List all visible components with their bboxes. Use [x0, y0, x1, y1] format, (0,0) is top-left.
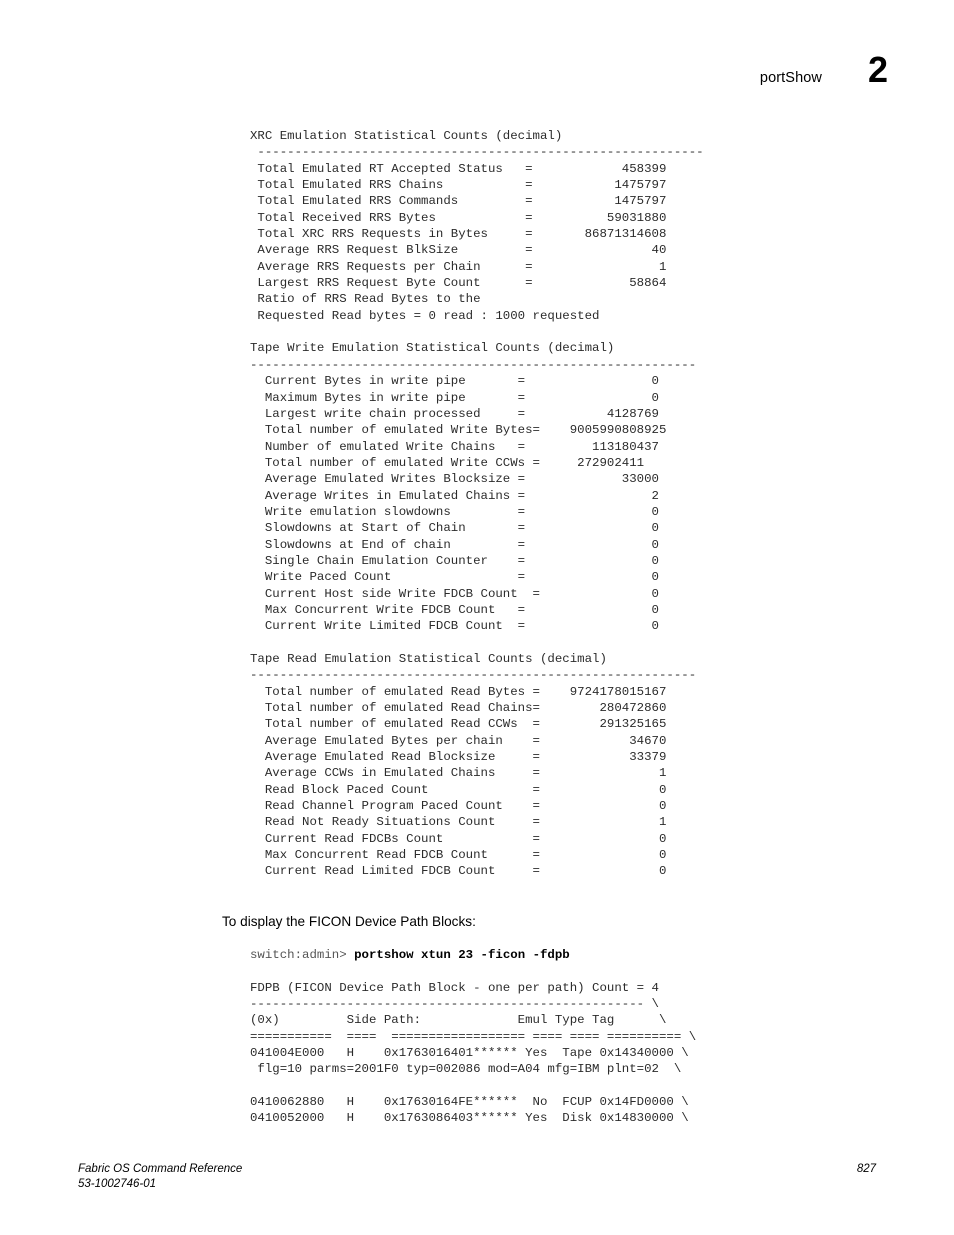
tape-write-emulation-stats-block: Tape Write Emulation Statistical Counts …	[250, 341, 697, 634]
shell-command: portshow xtun 23 -ficon -fdpb	[354, 947, 570, 962]
footer-document-info: Fabric OS Command Reference 53-1002746-0…	[78, 1162, 242, 1191]
command-prompt-line: switch:admin> portshow xtun 23 -ficon -f…	[250, 947, 954, 963]
header-topic-label: portShow	[759, 70, 822, 86]
xrc-emulation-stats-block: XRC Emulation Statistical Counts (decima…	[250, 129, 704, 323]
footer-doc-number: 53-1002746-01	[78, 1177, 157, 1190]
footer-title: Fabric OS Command Reference	[78, 1163, 243, 1175]
shell-prompt: switch:admin>	[250, 947, 355, 962]
instruction-paragraph: To display the FICON Device Path Blocks:	[222, 913, 476, 929]
footer-page-number: 827	[856, 1163, 876, 1175]
ficon-device-path-block-table: FDPB (FICON Device Path Block - one per …	[250, 980, 697, 1126]
page-running-head: portShow 2	[760, 52, 888, 88]
header-chapter-number: 2	[867, 49, 888, 90]
tape-read-emulation-stats-block: Tape Read Emulation Statistical Counts (…	[250, 652, 697, 879]
page-footer: Fabric OS Command Reference 53-1002746-0…	[78, 1162, 876, 1191]
page-content: XRC Emulation Statistical Counts (decima…	[0, 128, 954, 1127]
